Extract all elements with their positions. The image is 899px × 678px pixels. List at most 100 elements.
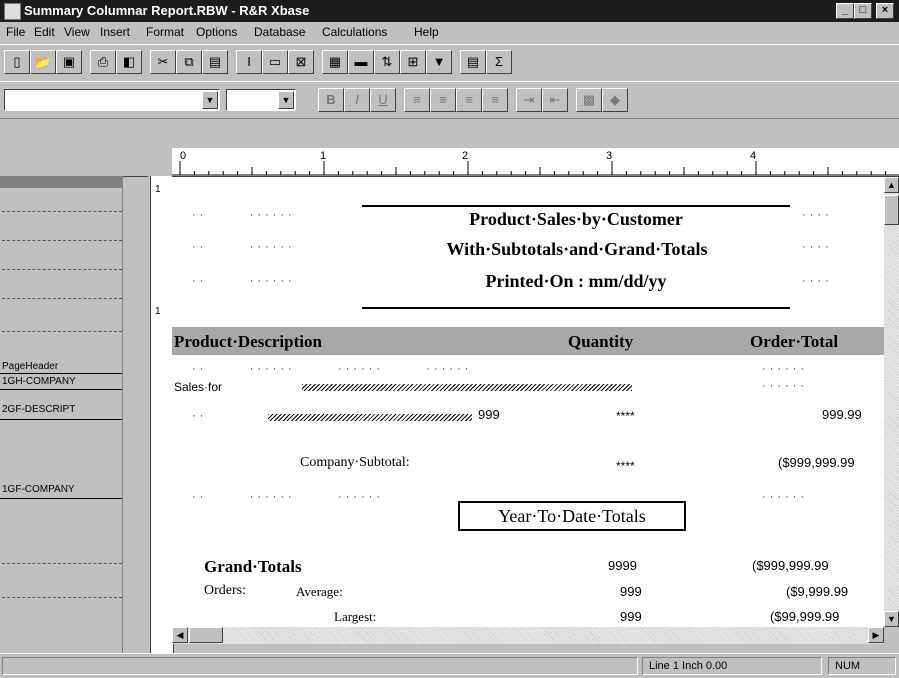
band-label-page-header[interactable]: PageHeader <box>2 361 122 372</box>
ruler-number: 0 <box>180 150 187 162</box>
column-header-order-total[interactable]: Order·Total <box>750 332 838 352</box>
report-title-line2[interactable]: With·Subtotals·and·Grand·Totals <box>362 239 792 260</box>
paste-icon[interactable]: ▤ <box>202 50 228 74</box>
largest-amount[interactable]: ($99,999.99 <box>770 609 839 624</box>
cut-icon[interactable]: ✂ <box>150 50 176 74</box>
bold-button[interactable]: B <box>318 88 344 112</box>
italic-button[interactable]: I <box>344 88 370 112</box>
scroll-left-icon[interactable]: ◀ <box>172 627 188 643</box>
sort-icon[interactable]: ⇅ <box>374 50 400 74</box>
band-line <box>2 240 122 241</box>
menu-format[interactable]: Format <box>146 25 184 39</box>
window-title: Summary Columnar Report.RBW - R&R Xbase <box>24 3 310 18</box>
horizontal-scrollbar[interactable]: ◀ ▶ <box>172 627 884 644</box>
band-divider <box>122 176 123 653</box>
menu-edit[interactable]: Edit <box>34 25 55 39</box>
column-header-product[interactable]: Product·Description <box>174 332 322 352</box>
shading-icon[interactable]: ▩ <box>576 88 602 112</box>
table-icon[interactable]: ▦ <box>322 50 348 74</box>
description-quantity-mask[interactable]: **** <box>616 409 635 423</box>
band-separator <box>0 373 122 374</box>
band-panel: PageHeader 1GH-COMPANY 2GF-DESCRIPT 1GF-… <box>0 148 150 653</box>
font-size-combo[interactable]: ▼ <box>226 89 296 111</box>
vruler-mark: 1 <box>155 306 161 317</box>
vertical-scrollbar[interactable]: ▲ ▼ <box>884 177 899 627</box>
align-left-icon[interactable]: ≡ <box>404 88 430 112</box>
outdent-icon[interactable]: ⇤ <box>542 88 568 112</box>
chevron-down-icon[interactable]: ▼ <box>278 91 294 109</box>
scroll-down-icon[interactable]: ▼ <box>884 611 899 627</box>
scroll-thumb[interactable] <box>884 195 899 225</box>
report-canvas[interactable]: ·· ······ Product·Sales·by·Customer ····… <box>172 177 884 627</box>
insert-box-icon[interactable]: ▭ <box>262 50 288 74</box>
app-icon <box>4 3 21 20</box>
insert-picture-icon[interactable]: ⊠ <box>288 50 314 74</box>
description-quantity-field[interactable]: 999 <box>478 407 500 422</box>
report-title-line3[interactable]: Printed·On : mm/dd/yy <box>362 271 790 292</box>
close-button[interactable]: × <box>876 3 894 19</box>
band-label-group-header-company[interactable]: 1GH-COMPANY <box>2 376 122 387</box>
menu-file[interactable]: File <box>6 25 25 39</box>
company-field[interactable] <box>302 384 632 391</box>
print-icon[interactable]: ⎙ <box>90 50 116 74</box>
dot-leader: ······ <box>762 491 808 503</box>
average-amount[interactable]: ($9,999.99 <box>786 584 848 599</box>
band-separator <box>0 389 122 390</box>
average-quantity[interactable]: 999 <box>620 584 642 599</box>
maximize-button[interactable]: □ <box>854 3 872 19</box>
menu-view[interactable]: View <box>64 25 90 39</box>
scroll-up-icon[interactable]: ▲ <box>884 177 899 193</box>
underline-button[interactable]: U <box>370 88 396 112</box>
calculator-icon[interactable]: ▤ <box>460 50 486 74</box>
description-amount-field[interactable]: 999.99 <box>822 407 862 422</box>
largest-quantity[interactable]: 999 <box>620 609 642 624</box>
orders-label[interactable]: Orders: <box>204 583 246 599</box>
open-icon[interactable]: 📂 <box>30 50 56 74</box>
format-toolbar: ▼ ▼ B I U ≡ ≡ ≡ ≡ ⇥ ⇤ ▩ ◆ <box>0 81 899 119</box>
sales-for-label[interactable]: Sales·for <box>174 380 222 394</box>
filter-icon[interactable]: ▼ <box>426 50 452 74</box>
insert-field-icon[interactable]: I <box>236 50 262 74</box>
font-name-combo[interactable]: ▼ <box>4 89 220 111</box>
report-title-line1[interactable]: Product·Sales·by·Customer <box>362 209 790 230</box>
ytd-totals-box[interactable]: Year·To·Date·Totals <box>458 501 686 531</box>
average-label[interactable]: Average: <box>296 584 343 600</box>
scroll-thumb[interactable] <box>189 627 223 643</box>
scroll-right-icon[interactable]: ▶ <box>868 627 884 643</box>
align-center-icon[interactable]: ≡ <box>430 88 456 112</box>
menu-database[interactable]: Database <box>254 25 305 39</box>
chevron-down-icon[interactable]: ▼ <box>202 91 218 109</box>
save-icon[interactable]: ▣ <box>56 50 82 74</box>
band-panel-header <box>0 148 148 177</box>
justify-icon[interactable]: ≡ <box>482 88 508 112</box>
band-label-group-footer-company[interactable]: 1GF-COMPANY <box>2 484 122 495</box>
company-subtotal-label[interactable]: Company·Subtotal: <box>300 455 410 471</box>
group-icon[interactable]: ⊞ <box>400 50 426 74</box>
horizontal-ruler: 0 1 2 3 4 <box>172 148 899 177</box>
menu-options[interactable]: Options <box>196 25 237 39</box>
company-subtotal-amount[interactable]: ($999,999.99 <box>778 455 855 470</box>
largest-label[interactable]: Largest: <box>334 609 376 625</box>
align-right-icon[interactable]: ≡ <box>456 88 482 112</box>
band-icon[interactable]: ▬ <box>348 50 374 74</box>
column-header-quantity[interactable]: Quantity <box>568 332 633 352</box>
menu-help[interactable]: Help <box>414 25 439 39</box>
color-icon[interactable]: ◆ <box>602 88 628 112</box>
new-icon[interactable]: ▯ <box>4 50 30 74</box>
grand-totals-amount[interactable]: ($999,999.99 <box>752 558 829 573</box>
sum-icon[interactable]: Σ <box>486 50 512 74</box>
indent-icon[interactable]: ⇥ <box>516 88 542 112</box>
minimize-button[interactable]: _ <box>836 3 854 19</box>
menu-calculations[interactable]: Calculations <box>322 25 387 39</box>
band-label-group-footer-description[interactable]: 2GF-DESCRIPT <box>2 404 122 415</box>
print-preview-icon[interactable]: ◧ <box>116 50 142 74</box>
menu-insert[interactable]: Insert <box>100 25 130 39</box>
grand-totals-label[interactable]: Grand·Totals <box>204 557 302 577</box>
band-line <box>2 597 122 598</box>
copy-icon[interactable]: ⧉ <box>176 50 202 74</box>
ruler-number: 4 <box>750 150 757 162</box>
selected-band-marker[interactable] <box>0 176 122 188</box>
company-subtotal-quantity[interactable]: **** <box>616 459 635 473</box>
description-field[interactable] <box>268 414 472 421</box>
grand-totals-quantity[interactable]: 9999 <box>608 558 637 573</box>
